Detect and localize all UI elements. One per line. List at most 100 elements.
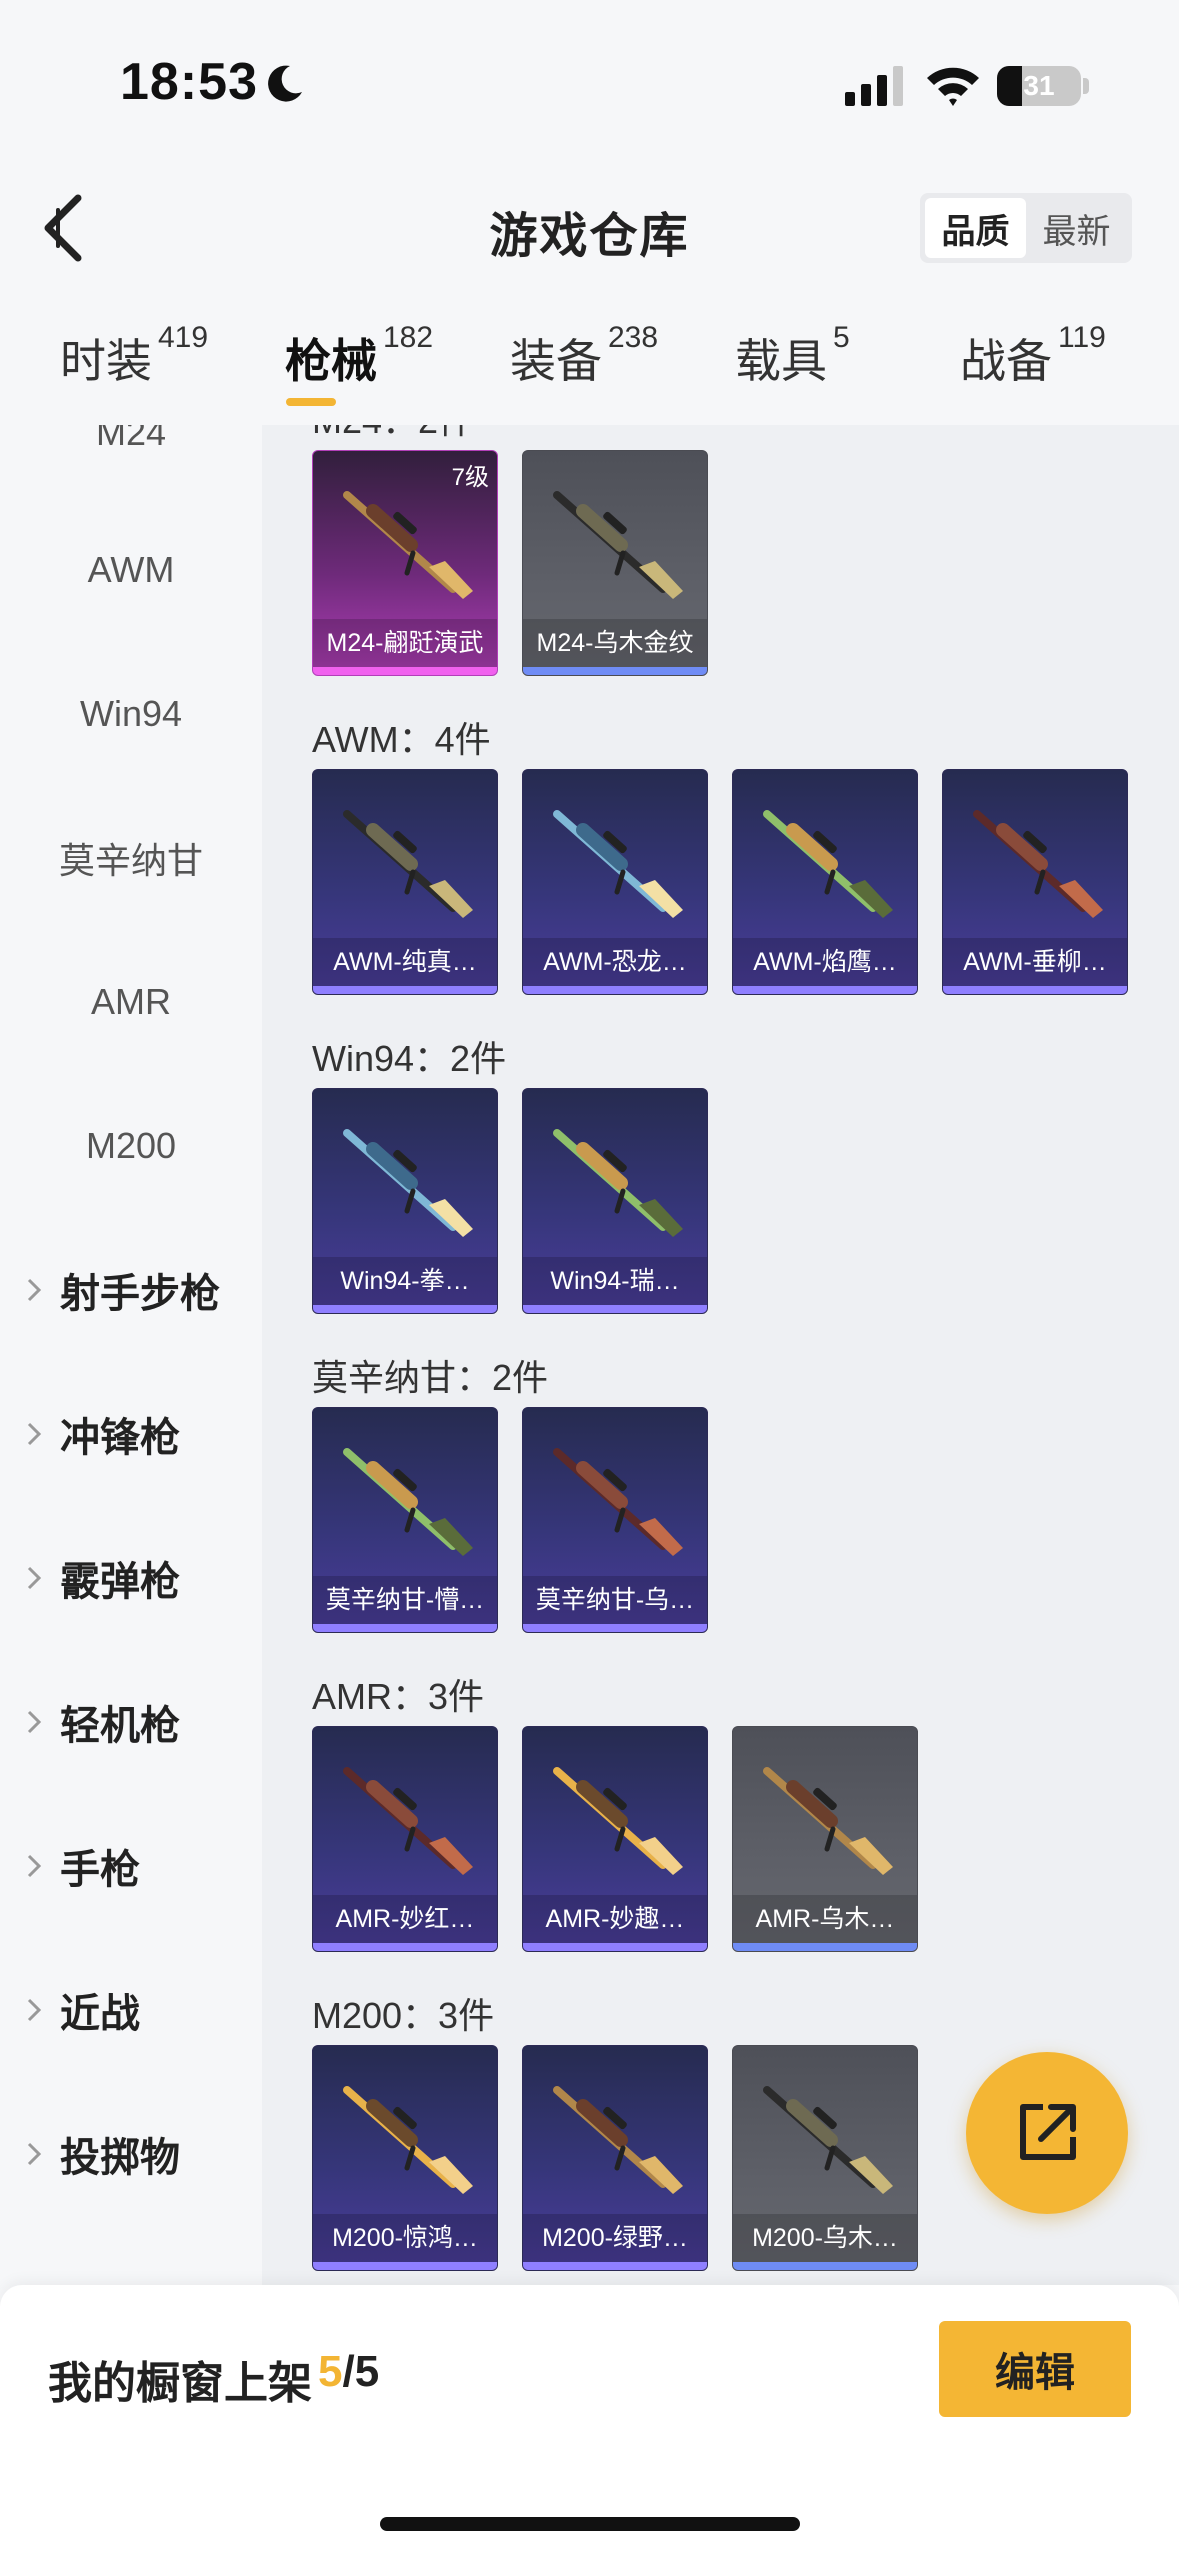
sort-newest-button[interactable]: 最新 [1026, 198, 1127, 258]
rarity-bar [733, 1943, 917, 1951]
sort-quality-button[interactable]: 品质 [925, 198, 1026, 258]
chevron-right-icon [27, 1278, 42, 1302]
rifle-icon [343, 1448, 473, 1556]
tab-label: 装备 [510, 335, 602, 387]
tab-equipment[interactable]: 装备 238 [510, 321, 658, 391]
chevron-right-icon [27, 1998, 42, 2022]
sidebar-group-label: 霰弹枪 [60, 1560, 180, 1604]
weapon-skin-card[interactable]: AMR-妙趣… [522, 1726, 708, 1952]
sidebar-group-label: 近战 [60, 1992, 140, 2036]
battery-icon: 31 [997, 66, 1081, 106]
rarity-bar [523, 2262, 707, 2270]
weapon-skin-card[interactable]: AWM-垂柳… [942, 769, 1128, 995]
chevron-right-icon [27, 2142, 42, 2166]
skin-name: M24-翩跹演武 [313, 619, 497, 667]
rarity-bar [523, 667, 707, 675]
weapon-skin-card[interactable]: M200-绿野… [522, 2045, 708, 2271]
rifle-icon [343, 1767, 473, 1875]
battery-tip [1083, 78, 1089, 94]
tab-label: 枪械 [285, 335, 377, 387]
skin-name: AWM-纯真… [313, 938, 497, 986]
rarity-bar [313, 1624, 497, 1632]
sidebar-group-pistol[interactable]: 手枪 [24, 1826, 140, 1906]
weapon-skin-card[interactable]: Win94-拳… [312, 1088, 498, 1314]
section-title: Win94：2件 [312, 1038, 507, 1079]
level-badge: 7级 [451, 464, 489, 491]
weapon-skin-card[interactable]: 7级 M24-翩跹演武 [312, 450, 498, 676]
tab-count: 238 [608, 321, 659, 354]
shelf-status: 我的橱窗上架 5 /5 [48, 2347, 379, 2411]
skin-name: AMR-妙趣… [523, 1895, 707, 1943]
weapon-skin-card[interactable]: M24-乌木金纹 [522, 450, 708, 676]
skin-name: Win94-拳… [313, 1257, 497, 1305]
sidebar-group-dmr[interactable]: 射手步枪 [24, 1250, 220, 1330]
tab-count: 419 [158, 321, 209, 354]
sidebar-group-shotgun[interactable]: 霰弹枪 [24, 1538, 180, 1618]
sidebar-item-awm[interactable]: AWM [0, 530, 262, 610]
chevron-right-icon [27, 1854, 42, 1878]
sidebar-item-amr[interactable]: AMR [0, 962, 262, 1042]
rifle-icon [973, 810, 1103, 918]
tab-label: 时装 [60, 335, 152, 387]
cellular-signal-icon [845, 66, 903, 106]
rifle-icon [553, 2086, 683, 2194]
rarity-bar [733, 986, 917, 994]
rifle-icon [553, 1767, 683, 1875]
sidebar-item-mosin[interactable]: 莫辛纳甘 [0, 818, 262, 898]
chevron-right-icon [27, 1566, 42, 1590]
sidebar-group-smg[interactable]: 冲锋枪 [24, 1394, 180, 1474]
sidebar-item-m24[interactable]: M24 [0, 425, 262, 473]
weapon-skin-card[interactable]: AWM-焰鹰… [732, 769, 918, 995]
rarity-bar [733, 2262, 917, 2270]
edit-button[interactable]: 编辑 [939, 2321, 1131, 2417]
rifle-icon [763, 2086, 893, 2194]
sidebar-group-label: 冲锋枪 [60, 1416, 180, 1460]
section-title: M24：2件 [312, 425, 474, 444]
rarity-bar [313, 1943, 497, 1951]
section-title: 莫辛纳甘：2件 [312, 1357, 549, 1398]
weapon-skin-card[interactable]: AWM-恐龙… [522, 769, 708, 995]
tab-count: 119 [1058, 321, 1106, 354]
sidebar-item-win94[interactable]: Win94 [0, 674, 262, 754]
tab-fashion[interactable]: 时装 419 [60, 321, 208, 391]
sort-toggle: 品质 最新 [920, 193, 1132, 263]
weapon-skin-card[interactable]: AWM-纯真… [312, 769, 498, 995]
chevron-right-icon [27, 1710, 42, 1734]
wifi-icon [927, 67, 979, 106]
skin-name: AWM-恐龙… [523, 938, 707, 986]
rifle-icon [763, 810, 893, 918]
tab-guns[interactable]: 枪械 182 [285, 321, 433, 391]
weapon-skin-card[interactable]: Win94-瑞… [522, 1088, 708, 1314]
weapon-skin-card[interactable]: 莫辛纳甘-乌… [522, 1407, 708, 1633]
rifle-icon [343, 1129, 473, 1237]
rifle-icon [343, 2086, 473, 2194]
skin-name: AMR-妙红… [313, 1895, 497, 1943]
section-title: AMR：3件 [312, 1676, 485, 1717]
skin-name: 莫辛纳甘-乌… [523, 1576, 707, 1624]
tab-supplies[interactable]: 战备 119 [960, 321, 1106, 391]
skin-name: AWM-垂柳… [943, 938, 1127, 986]
rarity-bar [523, 1624, 707, 1632]
shelf-total-count: /5 [342, 2347, 380, 2396]
tab-vehicles[interactable]: 载具 5 [735, 321, 850, 391]
sidebar-group-label: 手枪 [60, 1848, 140, 1892]
sidebar-group-lmg[interactable]: 轻机枪 [24, 1682, 180, 1762]
sidebar-group-throwables[interactable]: 投掷物 [24, 2114, 180, 2194]
skin-name: M200-绿野… [523, 2214, 707, 2262]
weapon-skin-card[interactable]: AMR-乌木… [732, 1726, 918, 1952]
weapon-skin-card[interactable]: M200-乌木… [732, 2045, 918, 2271]
rifle-icon [553, 1448, 683, 1556]
weapon-skin-card[interactable]: AMR-妙红… [312, 1726, 498, 1952]
rarity-bar [943, 986, 1127, 994]
tab-count: 5 [833, 321, 850, 354]
rifle-icon [553, 810, 683, 918]
skin-name: M200-乌木… [733, 2214, 917, 2262]
weapon-skin-card[interactable]: M200-惊鸿… [312, 2045, 498, 2271]
share-button[interactable] [966, 2052, 1128, 2214]
weapon-skin-card[interactable]: 莫辛纳甘-懵… [312, 1407, 498, 1633]
rarity-bar [523, 986, 707, 994]
sidebar-item-m200[interactable]: M200 [0, 1106, 262, 1186]
rarity-bar [313, 2262, 497, 2270]
sidebar-group-melee[interactable]: 近战 [24, 1970, 140, 2050]
moon-icon [268, 65, 302, 102]
